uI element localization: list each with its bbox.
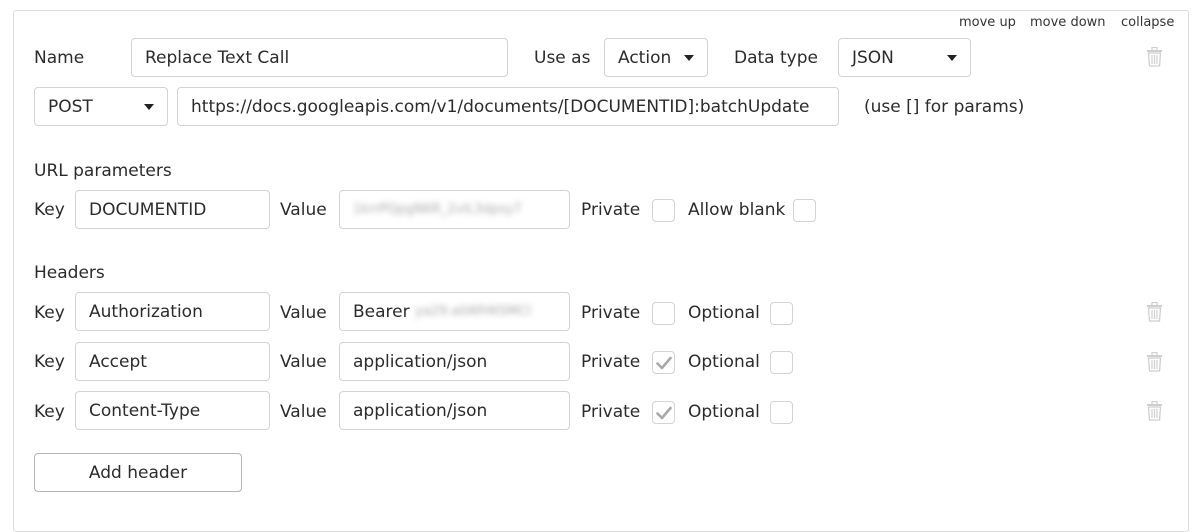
- private-label: Private: [581, 303, 641, 323]
- key-label: Key: [34, 200, 65, 220]
- optional-label: Optional: [688, 303, 760, 323]
- value-label: Value: [280, 352, 327, 372]
- move-up-link[interactable]: move up: [959, 15, 1016, 31]
- url-field[interactable]: https://docs.googleapis.com/v1/documents…: [177, 87, 839, 126]
- add-header-button[interactable]: Add header: [34, 453, 242, 492]
- param-key-field[interactable]: DOCUMENTID: [75, 190, 270, 229]
- move-down-link[interactable]: move down: [1030, 15, 1106, 31]
- private-checkbox[interactable]: [652, 351, 675, 374]
- checkmark-icon: [656, 406, 672, 420]
- header-key-field[interactable]: Accept: [75, 342, 270, 381]
- data-type-label: Data type: [734, 48, 818, 68]
- header-value: application/json: [353, 400, 488, 421]
- value-label: Value: [280, 303, 327, 323]
- header-value-field[interactable]: Bearer ya29.a0AfH6SMCI: [339, 292, 570, 331]
- add-header-label: Add header: [88, 462, 188, 483]
- header-key-value: Authorization: [89, 301, 203, 322]
- optional-label: Optional: [688, 352, 760, 372]
- data-type-dropdown[interactable]: JSON: [838, 38, 971, 77]
- param-key-value: DOCUMENTID: [89, 199, 207, 220]
- headers-heading: Headers: [34, 263, 105, 283]
- private-checkbox[interactable]: [652, 401, 675, 424]
- method-dropdown[interactable]: POST: [34, 87, 168, 126]
- chevron-down-icon: [947, 54, 957, 61]
- optional-checkbox[interactable]: [770, 401, 793, 424]
- header-value-field[interactable]: application/json: [339, 342, 570, 381]
- use-as-label: Use as: [534, 48, 591, 68]
- value-label: Value: [280, 402, 327, 422]
- key-label: Key: [34, 402, 65, 422]
- optional-label: Optional: [688, 402, 760, 422]
- redacted-value: 1krrPQpgN6R_2vlL3dpsy7: [353, 202, 522, 217]
- trash-icon[interactable]: [1146, 400, 1163, 425]
- private-checkbox[interactable]: [652, 302, 675, 325]
- chevron-down-icon: [684, 54, 694, 61]
- optional-checkbox[interactable]: [770, 302, 793, 325]
- header-value: application/json: [353, 351, 488, 372]
- use-as-dropdown[interactable]: Action: [604, 38, 708, 77]
- header-key-value: Accept: [89, 351, 147, 372]
- key-label: Key: [34, 352, 65, 372]
- key-label: Key: [34, 303, 65, 323]
- header-key-field[interactable]: Authorization: [75, 292, 270, 331]
- use-as-value: Action: [618, 47, 672, 68]
- name-field-value: Replace Text Call: [145, 47, 290, 68]
- url-parameters-heading: URL parameters: [34, 161, 172, 181]
- value-label: Value: [280, 200, 327, 220]
- url-params-hint: (use [] for params): [864, 97, 1025, 117]
- checkmark-icon: [656, 356, 672, 370]
- header-value-prefix: Bearer: [353, 301, 416, 322]
- private-label: Private: [581, 402, 641, 422]
- allow-blank-label: Allow blank: [688, 200, 786, 220]
- name-field[interactable]: Replace Text Call: [131, 38, 508, 77]
- allow-blank-checkbox[interactable]: [793, 199, 816, 222]
- chevron-down-icon: [144, 103, 154, 110]
- redacted-value: ya29.a0AfH6SMCI: [415, 304, 532, 319]
- header-key-field[interactable]: Content-Type: [75, 391, 270, 430]
- method-value: POST: [48, 96, 93, 117]
- trash-icon[interactable]: [1146, 46, 1163, 71]
- param-value-field[interactable]: 1krrPQpgN6R_2vlL3dpsy7: [339, 190, 570, 229]
- optional-checkbox[interactable]: [770, 351, 793, 374]
- data-type-value: JSON: [852, 47, 894, 68]
- private-label: Private: [581, 352, 641, 372]
- private-label: Private: [581, 200, 641, 220]
- name-label: Name: [34, 48, 85, 68]
- header-value-field[interactable]: application/json: [339, 391, 570, 430]
- header-key-value: Content-Type: [89, 400, 201, 421]
- collapse-link[interactable]: collapse: [1121, 15, 1174, 31]
- trash-icon[interactable]: [1146, 351, 1163, 376]
- trash-icon[interactable]: [1146, 301, 1163, 326]
- private-checkbox[interactable]: [652, 199, 675, 222]
- url-field-value: https://docs.googleapis.com/v1/documents…: [191, 96, 810, 117]
